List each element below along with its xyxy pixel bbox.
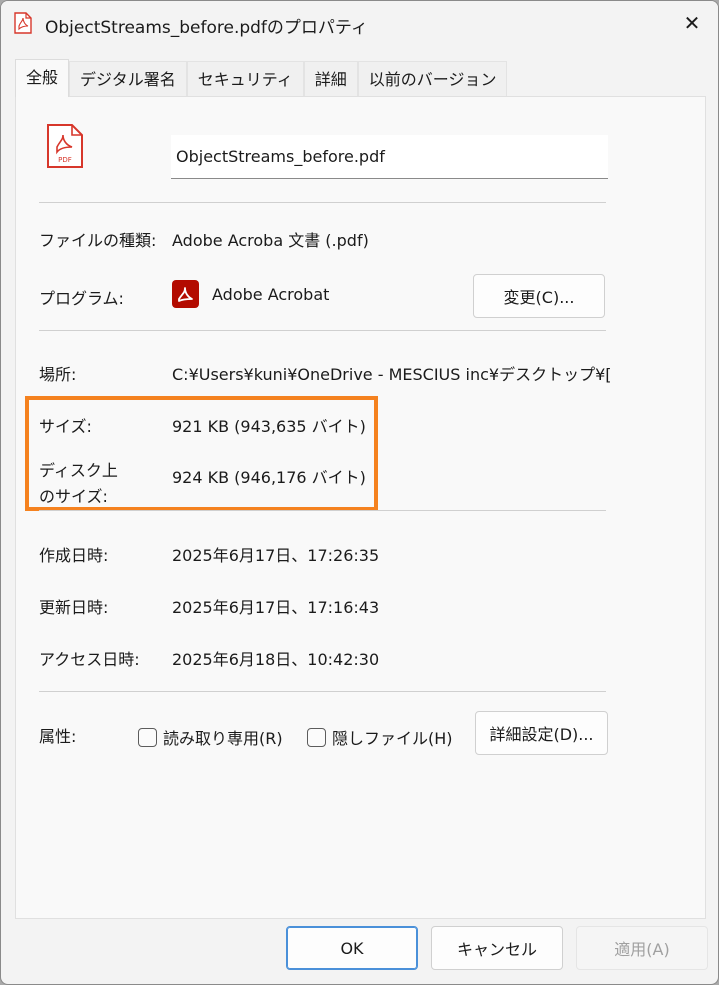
apply-button[interactable]: 適用(A) <box>576 926 708 970</box>
divider <box>39 691 606 692</box>
modified-value: 2025年6月17日、17:16:43 <box>172 598 380 617</box>
divider <box>39 330 606 331</box>
change-program-button[interactable]: 変更(C)... <box>473 274 605 318</box>
pdf-file-icon <box>14 12 32 34</box>
created-label: 作成日時: <box>39 546 109 565</box>
file-type-label: ファイルの種類: <box>39 231 157 250</box>
file-type-value: Adobe Acroba 文書 (.pdf) <box>172 231 369 250</box>
readonly-checkbox[interactable]: 読み取り専用(R) <box>138 725 283 749</box>
divider <box>39 202 606 203</box>
divider <box>39 510 606 511</box>
program-label: プログラム: <box>39 289 124 308</box>
close-icon: ✕ <box>683 11 701 35</box>
created-value: 2025年6月17日、17:26:35 <box>172 546 380 565</box>
tab-previous-versions[interactable]: 以前のバージョン <box>357 61 508 97</box>
properties-dialog: ObjectStreams_before.pdfのプロパティ ✕ 全般 デジタル… <box>0 0 719 985</box>
pdf-file-icon: PDF <box>47 124 83 168</box>
hidden-checkbox[interactable]: 隠しファイル(H) <box>307 725 453 749</box>
modified-label: 更新日時: <box>39 598 109 617</box>
ok-button[interactable]: OK <box>286 926 418 970</box>
program-value: Adobe Acrobat <box>212 285 330 304</box>
advanced-settings-button[interactable]: 詳細設定(D)... <box>475 711 608 755</box>
close-button[interactable]: ✕ <box>672 5 712 41</box>
tab-strip: 全般 デジタル署名 セキュリティ 詳細 以前のバージョン <box>15 59 508 97</box>
readonly-label: 読み取り専用(R) <box>163 729 283 748</box>
general-tab-panel: PDF ファイルの種類: Adobe Acroba 文書 (.pdf) プログラ… <box>15 96 706 919</box>
title-bar: ObjectStreams_before.pdfのプロパティ ✕ <box>1 1 718 47</box>
accessed-label: アクセス日時: <box>39 650 140 669</box>
attributes-label: 属性: <box>39 727 77 746</box>
tab-security[interactable]: セキュリティ <box>186 61 304 97</box>
checkbox-icon <box>138 727 157 747</box>
location-value: C:¥Users¥kuni¥OneDrive - MESCIUS inc¥デスク… <box>172 365 610 384</box>
svg-text:PDF: PDF <box>58 156 72 164</box>
tab-general[interactable]: 全般 <box>15 59 70 97</box>
hidden-label: 隠しファイル(H) <box>332 729 453 748</box>
accessed-value: 2025年6月18日、10:42:30 <box>172 650 380 669</box>
location-label: 場所: <box>39 365 77 384</box>
window-title: ObjectStreams_before.pdfのプロパティ <box>45 18 368 38</box>
tab-details[interactable]: 詳細 <box>303 61 358 97</box>
tab-digital-signature[interactable]: デジタル署名 <box>69 61 187 97</box>
size-highlight-box <box>25 396 378 511</box>
checkbox-icon <box>307 727 326 747</box>
acrobat-icon <box>172 280 199 308</box>
cancel-button[interactable]: キャンセル <box>431 926 563 970</box>
filename-field[interactable] <box>171 135 608 179</box>
